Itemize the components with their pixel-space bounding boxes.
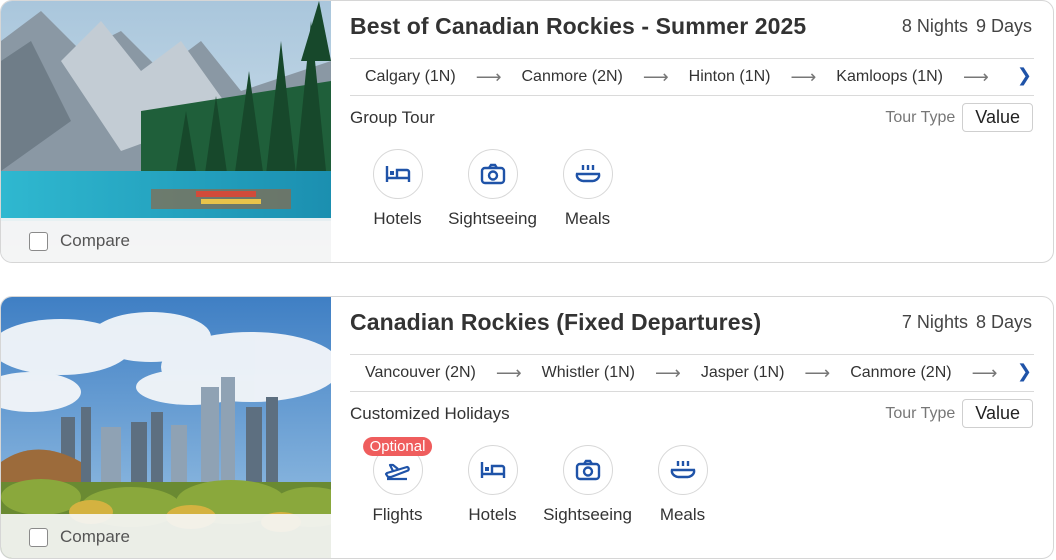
inclusion-meals: Meals — [540, 149, 635, 229]
meal-icon — [670, 461, 695, 479]
route-stop: Jasper (1N) — [700, 364, 785, 381]
nights-count: 8 Nights — [901, 16, 968, 36]
itinerary-route: Calgary (1N) ⟶ Canmore (2N) ⟶ Hinton (1N… — [350, 58, 1034, 96]
arrow-right-icon: ⟶ — [655, 362, 681, 383]
inclusion-label: Meals — [659, 505, 706, 524]
bed-icon — [385, 166, 410, 182]
compare-checkbox[interactable] — [29, 231, 48, 251]
tour-type-value: Value — [962, 399, 1033, 428]
inclusion-label: Sightseeing — [448, 209, 537, 228]
inclusion-label: Flights — [372, 505, 423, 524]
inclusion-label: Hotels — [468, 505, 517, 524]
route-stop: Canmore (2N) — [521, 68, 623, 85]
tour-type-label: Tour Type — [885, 108, 956, 126]
meal-icon — [575, 165, 600, 183]
inclusion-label: Hotels — [373, 209, 422, 228]
inclusion-meals: Meals — [635, 445, 730, 525]
camera-icon — [480, 163, 505, 185]
tour-type-label: Tour Type — [885, 404, 956, 422]
tour-card[interactable]: Compare Best of Canadian Rockies - Summe… — [0, 0, 1054, 263]
tour-type: Tour Type Value — [885, 399, 1033, 428]
arrow-right-icon: ⟶ — [495, 362, 522, 383]
route-stop: Vancouver (2N) — [365, 364, 476, 381]
tour-category: Group Tour — [350, 108, 435, 127]
inclusion-flights: Optional Flights — [350, 437, 445, 525]
days-count: 9 Days — [975, 16, 1032, 36]
inclusion-label: Sightseeing — [543, 505, 632, 524]
tour-type-value: Value — [962, 103, 1033, 132]
compare-checkbox-row[interactable]: Compare — [1, 218, 331, 262]
inclusion-sightseeing: Sightseeing — [445, 149, 540, 229]
arrow-right-icon: ⟶ — [971, 362, 998, 383]
nights-count: 7 Nights — [901, 312, 968, 332]
tour-image-city-skyline[interactable]: Compare — [1, 297, 331, 558]
compare-label: Compare — [60, 231, 130, 250]
arrow-right-icon: ⟶ — [475, 66, 502, 87]
inclusion-label: Meals — [564, 209, 611, 228]
optional-badge: Optional — [362, 437, 433, 456]
inclusions: Optional Flights Hotels Sightseeing Meal… — [350, 437, 730, 525]
camera-icon — [575, 459, 600, 481]
arrow-right-icon: ⟶ — [642, 66, 669, 87]
route-stop: Calgary (1N) — [365, 68, 456, 85]
route-stop: Hinton (1N) — [688, 68, 771, 85]
tour-category: Customized Holidays — [350, 404, 510, 423]
inclusion-hotels: Hotels — [445, 445, 540, 525]
route-stop: Canmore (2N) — [850, 364, 952, 381]
itinerary-route: Vancouver (2N) ⟶ Whistler (1N) ⟶ Jasper … — [350, 354, 1034, 392]
compare-checkbox[interactable] — [29, 527, 48, 547]
compare-label: Compare — [60, 527, 130, 546]
tour-title[interactable]: Best of Canadian Rockies - Summer 2025 — [350, 13, 806, 40]
inclusion-sightseeing: Sightseeing — [540, 445, 635, 525]
arrow-right-icon: ⟶ — [804, 362, 831, 383]
inclusion-hotels: Hotels — [350, 149, 445, 229]
plane-icon — [384, 463, 410, 481]
chevron-right-icon[interactable]: ❯ — [1010, 361, 1032, 382]
tour-image-mountain-lake[interactable]: Compare — [1, 1, 331, 262]
route-stop: Whistler (1N) — [541, 364, 636, 381]
tour-type: Tour Type Value — [885, 103, 1033, 132]
arrow-right-icon: ⟶ — [790, 66, 817, 87]
inclusions: Hotels Sightseeing Meals — [350, 149, 635, 229]
tour-duration: 7 Nights 8 Days — [894, 312, 1032, 333]
days-count: 8 Days — [975, 312, 1032, 332]
compare-checkbox-row[interactable]: Compare — [1, 514, 331, 558]
tour-duration: 8 Nights 9 Days — [894, 16, 1032, 37]
tour-title[interactable]: Canadian Rockies (Fixed Departures) — [350, 309, 761, 336]
arrow-right-icon: ⟶ — [963, 66, 989, 87]
bed-icon — [480, 462, 505, 478]
tour-card[interactable]: Compare Canadian Rockies (Fixed Departur… — [0, 296, 1054, 559]
chevron-right-icon[interactable]: ❯ — [1010, 65, 1032, 86]
route-stop: Kamloops (1N) — [836, 68, 943, 85]
